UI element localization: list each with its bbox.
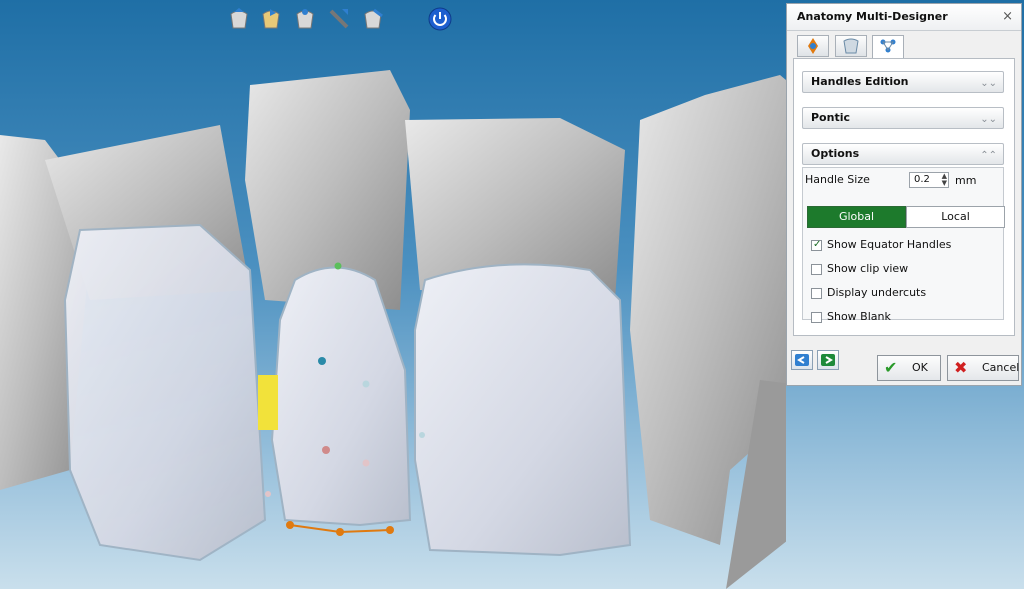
shape-tool-tab-icon[interactable] bbox=[834, 35, 867, 57]
move-tool-tab-icon[interactable] bbox=[797, 35, 829, 57]
dialog-title: Anatomy Multi-Designer bbox=[797, 10, 948, 23]
handle-orange-3 bbox=[386, 526, 394, 534]
show-blank-checkbox[interactable] bbox=[811, 311, 822, 323]
spinner-arrows-icon[interactable]: ▲ ▼ bbox=[942, 173, 947, 187]
tooth-model-scene[interactable] bbox=[0, 0, 786, 589]
tooth-handles-icon[interactable] bbox=[226, 6, 252, 32]
handle-orange-2 bbox=[336, 528, 344, 536]
handle-size-value: 0.2 bbox=[914, 174, 930, 185]
handle-top bbox=[334, 262, 342, 270]
handle-pink bbox=[322, 446, 330, 454]
previous-tooth-icon[interactable] bbox=[791, 350, 813, 370]
options-panel: Handle Size 0.2 ▲▼ mm Global Local Show … bbox=[802, 167, 1005, 323]
show-clip-view-row[interactable]: Show clip view bbox=[811, 262, 908, 278]
handles-tool-tab-icon[interactable] bbox=[872, 35, 904, 59]
ok-label: OK bbox=[912, 361, 928, 374]
dialog-titlebar[interactable]: Anatomy Multi-Designer × bbox=[787, 4, 1021, 31]
handle-light-2 bbox=[362, 459, 370, 467]
tooth-cut-icon[interactable] bbox=[326, 6, 352, 32]
show-blank-row[interactable]: Show Blank bbox=[811, 310, 891, 326]
handle-size-spinner[interactable]: 0.2 ▲ ▼ bbox=[909, 172, 949, 188]
display-undercuts-label: Display undercuts bbox=[827, 286, 927, 299]
tooth-anchor-icon[interactable] bbox=[292, 6, 318, 32]
options-label: Options bbox=[811, 147, 860, 160]
show-clip-view-checkbox[interactable] bbox=[811, 263, 822, 275]
anatomy-multi-designer-dialog: Anatomy Multi-Designer × Handles Edition… bbox=[786, 3, 1022, 386]
next-tooth-icon[interactable] bbox=[817, 350, 839, 370]
checkmark-icon: ✔ bbox=[884, 358, 898, 377]
left-crown bbox=[63, 223, 267, 562]
handle-light-4 bbox=[419, 432, 425, 438]
cancel-label: Cancel bbox=[982, 361, 1020, 374]
right-crown bbox=[414, 263, 632, 557]
pontic-section[interactable]: Pontic ⌄⌄ bbox=[802, 107, 1004, 129]
handle-light-3 bbox=[265, 491, 271, 497]
handles-edition-label: Handles Edition bbox=[811, 75, 909, 88]
tooth-smooth-icon[interactable] bbox=[360, 6, 386, 32]
global-mode-button[interactable]: Global bbox=[807, 206, 906, 228]
close-icon[interactable]: × bbox=[1002, 4, 1013, 30]
display-undercuts-row[interactable]: Display undercuts bbox=[811, 286, 926, 302]
handle-size-unit: mm bbox=[955, 174, 977, 187]
handle-orange-1 bbox=[286, 521, 294, 529]
pontic-label: Pontic bbox=[811, 111, 850, 124]
local-mode-button[interactable]: Local bbox=[906, 206, 1005, 228]
show-clip-view-label: Show clip view bbox=[827, 262, 909, 275]
handle-teal bbox=[318, 357, 326, 365]
tool-tabs bbox=[797, 35, 906, 59]
yellow-connector bbox=[258, 375, 278, 430]
chevron-down-icon[interactable]: ⌄⌄ bbox=[980, 110, 997, 130]
tab-content: Handles Edition ⌄⌄ Pontic ⌄⌄ Options ⌃⌃ … bbox=[793, 58, 1015, 336]
show-equator-handles-label: Show Equator Handles bbox=[827, 238, 952, 251]
handles-edition-section[interactable]: Handles Edition ⌄⌄ bbox=[802, 71, 1004, 93]
show-equator-handles-row[interactable]: Show Equator Handles bbox=[811, 238, 951, 254]
display-undercuts-checkbox[interactable] bbox=[811, 287, 822, 299]
options-section[interactable]: Options ⌃⌃ bbox=[802, 143, 1004, 165]
tooth-shape-icon[interactable] bbox=[258, 6, 284, 32]
chevron-down-icon[interactable]: ⌄⌄ bbox=[980, 74, 997, 94]
handle-size-label: Handle Size bbox=[805, 173, 870, 186]
show-equator-handles-checkbox[interactable] bbox=[811, 238, 822, 252]
cancel-button[interactable]: ✖ Cancel bbox=[947, 355, 1019, 381]
handle-light-1 bbox=[362, 380, 370, 388]
power-icon[interactable] bbox=[427, 6, 453, 32]
cancel-x-icon: ✖ bbox=[954, 358, 968, 377]
ok-button[interactable]: ✔ OK bbox=[877, 355, 941, 381]
chevron-up-icon[interactable]: ⌃⌃ bbox=[980, 146, 997, 166]
show-blank-label: Show Blank bbox=[827, 310, 891, 323]
